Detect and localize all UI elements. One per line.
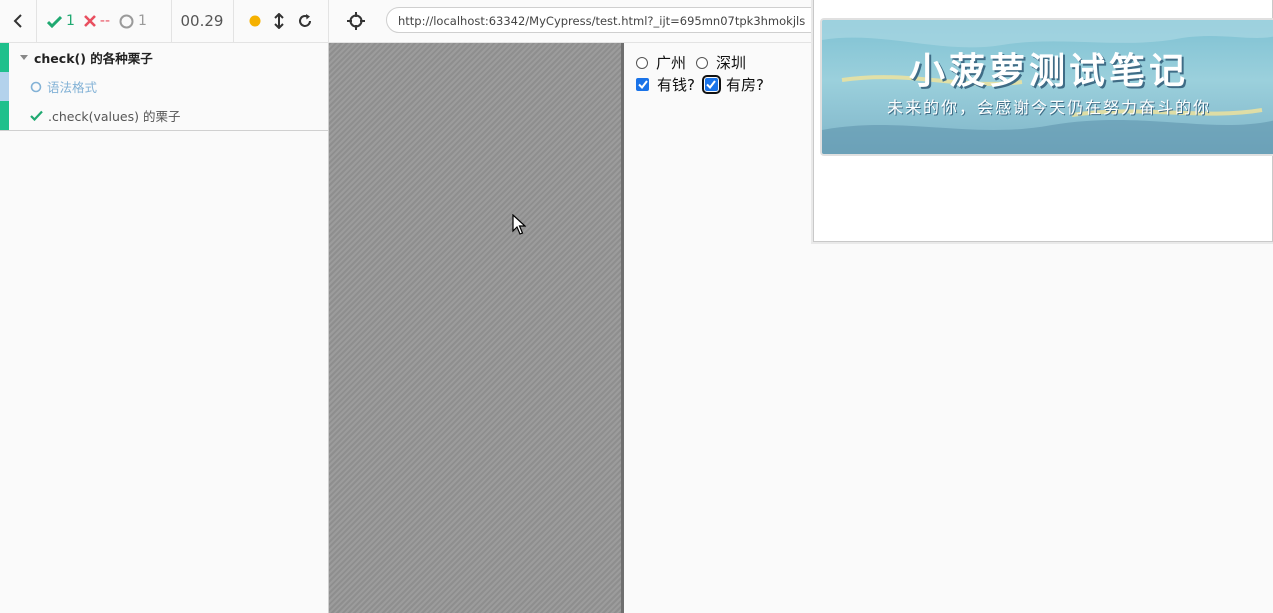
- blog-banner: 小菠萝测试笔记 未来的你，会感谢今天仍在努力奋斗的你: [820, 18, 1273, 156]
- check-icon: [30, 110, 43, 121]
- checkbox-house[interactable]: [701, 75, 721, 94]
- banner-window: 小菠萝测试笔记 未来的你，会感谢今天仍在努力奋斗的你: [813, 0, 1273, 242]
- mouse-cursor-icon: [512, 214, 526, 235]
- divider: [0, 130, 328, 131]
- checkbox-group: 有钱? 有房?: [636, 74, 774, 95]
- run-controls: [234, 0, 328, 42]
- suite-title: check() 的各种栗子: [34, 51, 153, 66]
- check-icon: [47, 15, 62, 28]
- banner-subtitle: 未来的你，会感谢今天仍在努力奋斗的你: [886, 98, 1211, 117]
- run-duration: 00.29: [180, 12, 224, 30]
- checkbox-label: 有房?: [725, 76, 764, 94]
- x-icon: [84, 15, 96, 27]
- back-button[interactable]: [0, 0, 36, 42]
- test-stats: 1 -- 1: [38, 0, 171, 42]
- check-icon: [706, 80, 717, 89]
- suite-row[interactable]: check() 的各种栗子: [0, 43, 328, 72]
- url-bar[interactable]: http://localhost:63342/MyCypress/test.ht…: [386, 7, 826, 33]
- checkbox-label: 有钱?: [657, 76, 695, 94]
- radio-label: 深圳: [716, 54, 747, 72]
- crosshair-icon: [347, 12, 365, 30]
- pending-count: 1: [138, 13, 147, 29]
- radio-label: 广州: [656, 54, 687, 72]
- auto-scroll-toggle-icon[interactable]: [274, 13, 284, 29]
- passed-count: 1: [66, 13, 75, 29]
- failed-count: --: [99, 13, 111, 29]
- command-log: check() 的各种栗子 语法格式 .check(values) 的栗子: [0, 43, 329, 613]
- passed-stat: 1: [47, 13, 75, 29]
- test-row[interactable]: .check(values) 的栗子: [0, 101, 328, 130]
- pending-stat: 1: [119, 13, 147, 29]
- test-row[interactable]: 语法格式: [0, 72, 328, 101]
- radio-guangzhou[interactable]: [636, 56, 648, 69]
- test-status-bar: [0, 101, 9, 130]
- failed-stat: --: [84, 13, 110, 29]
- aut-backdrop: [329, 43, 624, 613]
- banner-title: 小菠萝测试笔记: [908, 50, 1189, 92]
- radio-shenzhen[interactable]: [696, 56, 709, 69]
- circle-icon: [119, 14, 134, 28]
- suite-status-bar: [0, 43, 9, 72]
- check-icon: [637, 80, 648, 89]
- status-dot-icon: [249, 15, 261, 27]
- test-title: .check(values) 的栗子: [48, 109, 181, 124]
- chevron-left-icon: [13, 14, 22, 28]
- selector-playground-button[interactable]: [330, 0, 382, 42]
- restart-icon[interactable]: [297, 13, 313, 29]
- checkbox-money[interactable]: [636, 78, 649, 91]
- caret-down-icon: [20, 54, 28, 60]
- test-status-bar: [0, 72, 9, 101]
- city-radio-group: 广州 深圳: [636, 52, 756, 73]
- pending-circle-icon: [30, 81, 42, 92]
- test-title: 语法格式: [47, 80, 98, 95]
